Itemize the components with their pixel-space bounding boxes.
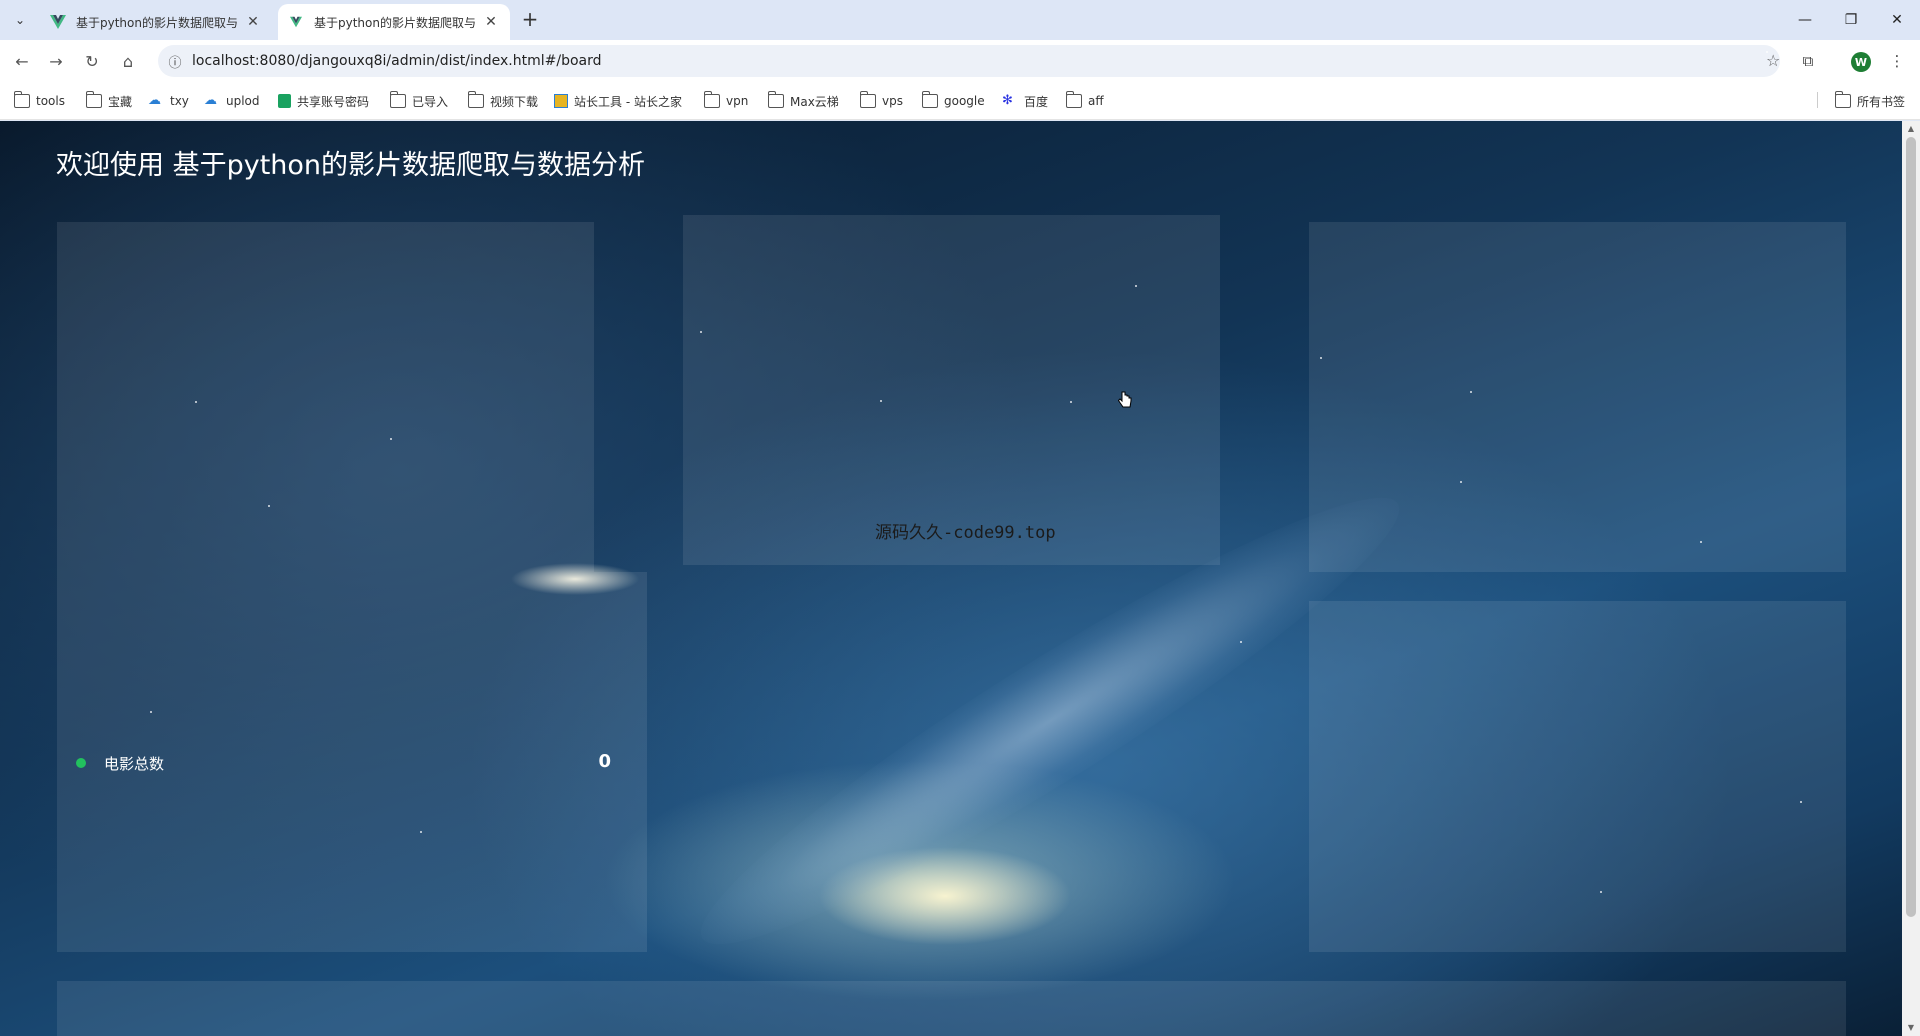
folder-icon: [703, 91, 720, 108]
page-title: 欢迎使用 基于python的影片数据爬取与数据分析: [56, 150, 646, 181]
bookmark-item[interactable]: ✻ 百度: [1002, 91, 1048, 111]
extensions-button[interactable]: ⧉: [1796, 49, 1820, 73]
browser-menu-button[interactable]: ⋮: [1885, 49, 1909, 73]
bookmark-item[interactable]: Max云梯: [767, 91, 839, 111]
hand-cursor-icon: [1118, 391, 1132, 408]
bookmark-item[interactable]: 宝藏: [85, 91, 132, 111]
reload-button[interactable]: ↻: [80, 49, 104, 73]
home-icon: ⌂: [122, 51, 134, 71]
tab-1[interactable]: 基于python的影片数据爬取与 ✕: [40, 4, 272, 40]
puzzle-icon: ⧉: [1802, 52, 1814, 70]
new-tab-button[interactable]: +: [518, 8, 542, 32]
vue-favicon-icon: [50, 14, 66, 30]
bookmark-item[interactable]: 视频下载: [467, 91, 538, 111]
reload-icon: ↻: [85, 51, 99, 71]
dashboard-panel: [57, 981, 1846, 1036]
folder-icon: [1834, 91, 1851, 108]
scroll-down-icon[interactable]: ▼: [1906, 1023, 1916, 1033]
tab-2[interactable]: 基于python的影片数据爬取与 ✕: [278, 4, 510, 40]
sheet-icon: [278, 94, 291, 108]
folder-icon: [467, 91, 484, 108]
more-vertical-icon: ⋮: [1889, 52, 1905, 70]
minimize-button[interactable]: —: [1782, 0, 1828, 40]
cloud-icon: ☁: [148, 93, 161, 108]
scroll-thumb[interactable]: [1906, 137, 1916, 917]
close-window-button[interactable]: ✕: [1874, 0, 1920, 40]
bookmark-item[interactable]: aff: [1065, 91, 1104, 111]
site-icon: [554, 94, 568, 108]
address-bar[interactable]: ⓘ localhost:8080/djangouxq8i/admin/dist/…: [158, 45, 1780, 77]
vue-favicon-icon: [288, 14, 304, 30]
forward-button[interactable]: →: [44, 49, 68, 73]
bookmarks-divider: [1817, 92, 1818, 108]
arrow-left-icon: ←: [15, 51, 29, 71]
dashboard-panel: [1309, 601, 1846, 952]
bookmark-item[interactable]: 共享账号密码: [278, 91, 369, 111]
all-bookmarks-button[interactable]: 所有书签: [1834, 91, 1905, 111]
folder-icon: [85, 91, 102, 108]
status-dot-icon: [76, 758, 86, 768]
site-info-icon[interactable]: ⓘ: [158, 52, 192, 71]
bookmark-item[interactable]: tools: [13, 91, 65, 111]
folder-icon: [389, 91, 406, 108]
stat-label: 电影总数: [104, 754, 165, 773]
minimize-icon: —: [1798, 12, 1812, 28]
tab-title: 基于python的影片数据爬取与: [76, 15, 238, 30]
stat-value: 0: [598, 751, 611, 772]
bookmark-star-icon[interactable]: ☆: [1766, 51, 1780, 70]
back-button[interactable]: ←: [10, 49, 34, 73]
tab-strip: ⌄ 基于python的影片数据爬取与 ✕ 基于python的影片数据爬取与 ✕ …: [0, 0, 1920, 40]
dashboard-viewport: 欢迎使用 基于python的影片数据爬取与数据分析 源码久久-code99.to…: [0, 121, 1902, 1036]
plus-icon: +: [521, 7, 539, 31]
cloud-icon: ☁: [204, 93, 217, 108]
movie-count-stat: 电影总数 0: [76, 751, 611, 775]
source-credit-text: 源码久久-code99.top: [875, 523, 1056, 543]
profile-avatar[interactable]: W: [1851, 52, 1871, 72]
bookmarks-bar: tools 宝藏 ☁ txy ☁ uplod 共享账号密码 已导入 视频下载 站长工…: [0, 82, 1920, 120]
close-icon[interactable]: ✕: [482, 14, 500, 30]
bookmark-item[interactable]: ☁ txy: [148, 91, 189, 111]
folder-icon: [13, 91, 30, 108]
browser-toolbar: ← → ↻ ⌂ ⓘ localhost:8080/djangouxq8i/adm…: [0, 40, 1920, 82]
bookmark-item[interactable]: ☁ uplod: [204, 91, 260, 111]
baidu-icon: ✻: [1002, 93, 1013, 108]
bookmark-item[interactable]: google: [921, 91, 985, 111]
dashboard-panel: [1309, 222, 1846, 572]
folder-icon: [1065, 91, 1082, 108]
dashboard-panel: [57, 222, 594, 572]
home-button[interactable]: ⌂: [116, 49, 140, 73]
url-text[interactable]: localhost:8080/djangouxq8i/admin/dist/in…: [192, 53, 602, 69]
bookmark-item[interactable]: 已导入: [389, 91, 448, 111]
tab-title: 基于python的影片数据爬取与: [314, 15, 476, 30]
scroll-up-icon[interactable]: ▲: [1906, 124, 1916, 134]
page-scrollbar[interactable]: ▲ ▼: [1902, 121, 1920, 1036]
arrow-right-icon: →: [49, 51, 63, 71]
folder-icon: [859, 91, 876, 108]
folder-icon: [921, 91, 938, 108]
close-icon: ✕: [1891, 12, 1903, 28]
bookmark-item[interactable]: vps: [859, 91, 903, 111]
tab-search-button[interactable]: ⌄: [8, 8, 32, 32]
folder-icon: [767, 91, 784, 108]
chevron-down-icon: ⌄: [14, 13, 26, 27]
dashboard-panel: [683, 215, 1220, 565]
close-icon[interactable]: ✕: [244, 14, 262, 30]
restore-button[interactable]: ❐: [1828, 0, 1874, 40]
restore-icon: ❐: [1844, 12, 1858, 28]
bookmark-item[interactable]: vpn: [703, 91, 748, 111]
bookmark-item[interactable]: 站长工具 - 站长之家: [554, 91, 682, 111]
